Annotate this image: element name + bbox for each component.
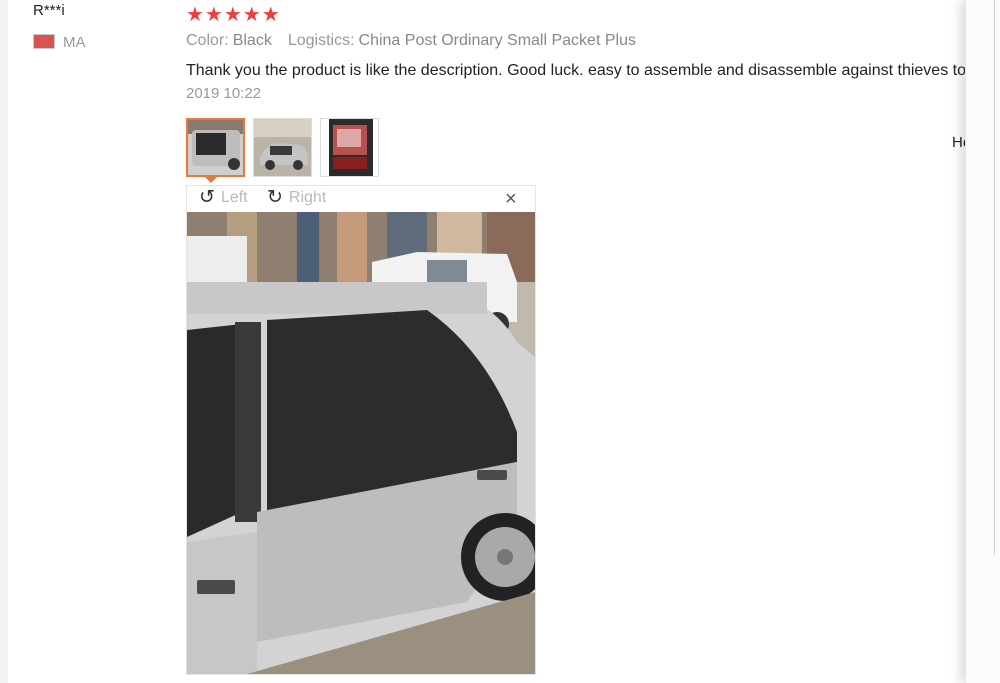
active-thumbnail-pointer	[204, 176, 218, 183]
review-comment: Thank you the product is like the descri…	[186, 62, 966, 79]
close-icon[interactable]: ×	[505, 188, 517, 211]
rotate-left-icon: ↺	[199, 187, 215, 208]
logistics-label: Logistics:	[287, 32, 355, 49]
order-attributes: Color: Black Logistics: China Post Ordinary…	[186, 32, 636, 50]
rotate-left-label: Left	[220, 189, 248, 206]
rotate-left-button[interactable]: ↺ Left	[199, 188, 248, 208]
thumbnail-1-image	[188, 120, 243, 175]
review-photo-thumbnail-2[interactable]	[253, 118, 312, 177]
rotate-right-label: Right	[288, 189, 327, 206]
rating-stars: ★★★★★	[186, 4, 281, 26]
color-value: Black	[232, 32, 272, 49]
rotate-right-icon: ↻	[267, 187, 283, 208]
side-panel	[965, 0, 1000, 683]
review-photo-thumbnail-3[interactable]	[320, 118, 379, 177]
photo-viewer: ↺ Left ↻ Right ×	[186, 185, 536, 675]
thumbnail-3-image	[321, 119, 378, 176]
morocco-flag-icon	[33, 34, 55, 49]
color-label: Color:	[186, 32, 229, 49]
rotate-right-button[interactable]: ↻ Right	[267, 188, 326, 208]
thumbnail-2-image	[254, 119, 311, 176]
reviewer-name: R***i	[33, 2, 65, 19]
review-photo-thumbnail-1[interactable]	[186, 118, 245, 177]
viewer-toolbar: ↺ Left ↻ Right ×	[187, 186, 535, 212]
logistics-value: China Post Ordinary Small Packet Plus	[358, 32, 636, 49]
page-left-rule	[0, 0, 8, 683]
reviewer-country: MA	[63, 34, 86, 51]
review-date: 2019 10:22	[186, 85, 262, 102]
enlarged-review-photo	[187, 212, 535, 674]
